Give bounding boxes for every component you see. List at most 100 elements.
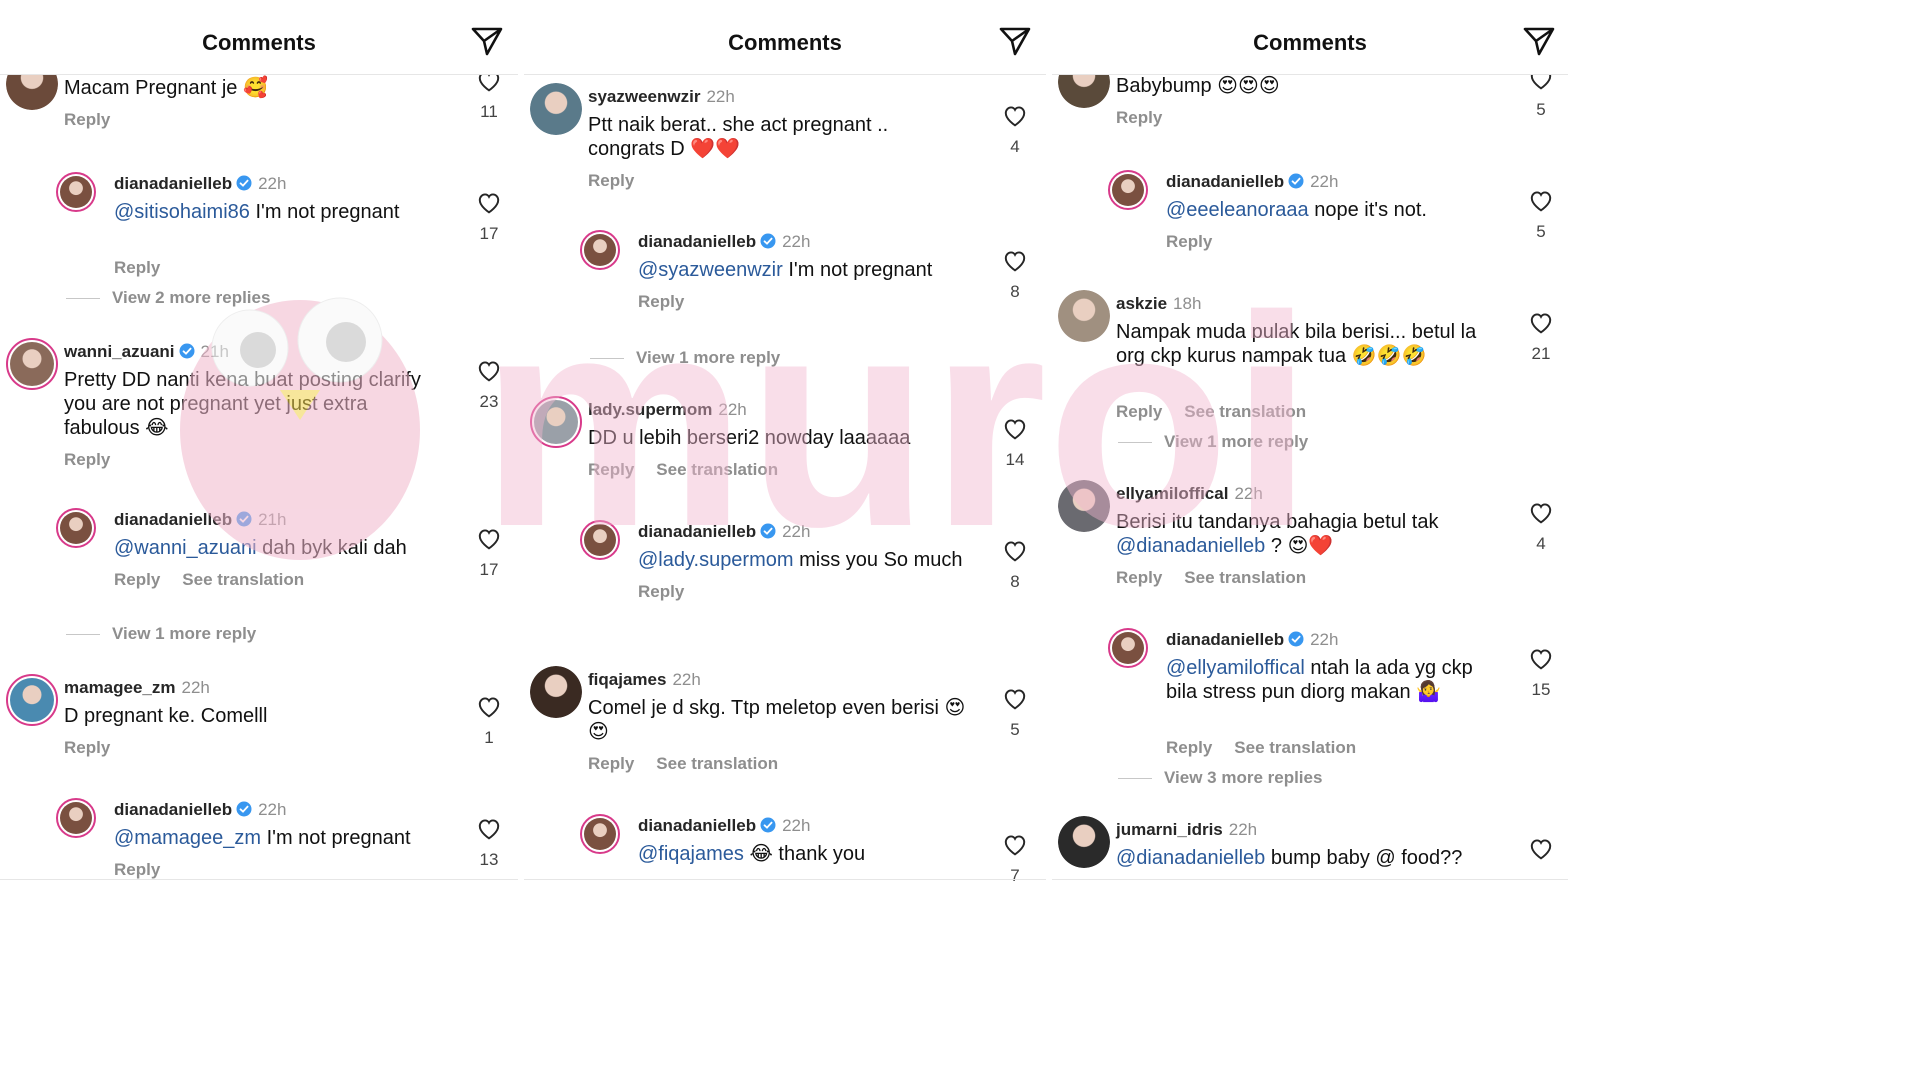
- comment-username[interactable]: dianadanielleb 22h: [638, 522, 810, 542]
- reply-button[interactable]: Reply: [1116, 402, 1162, 421]
- comment-username[interactable]: wanni_azuani 21h: [64, 342, 229, 362]
- like-heart-icon[interactable]: [1002, 103, 1028, 132]
- username-text[interactable]: syazweenwzir: [588, 87, 700, 106]
- username-text[interactable]: ellyamiloffical: [1116, 484, 1228, 503]
- comment-username[interactable]: askzie 18h: [1116, 294, 1201, 314]
- share-icon[interactable]: [470, 24, 504, 58]
- reply-button[interactable]: Reply: [114, 258, 160, 277]
- like-heart-icon[interactable]: [476, 816, 502, 845]
- avatar[interactable]: [6, 338, 58, 390]
- avatar[interactable]: [1108, 170, 1148, 210]
- view-more-replies-button[interactable]: View 2 more replies: [66, 288, 270, 308]
- avatar[interactable]: [1058, 816, 1110, 868]
- avatar[interactable]: [530, 396, 582, 448]
- like-heart-icon[interactable]: [1002, 538, 1028, 567]
- reply-button[interactable]: Reply: [64, 110, 110, 129]
- avatar[interactable]: [580, 814, 620, 854]
- reply-button[interactable]: Reply: [638, 292, 684, 311]
- comment-username[interactable]: lady.supermom 22h: [588, 400, 747, 420]
- comment-username[interactable]: syazweenwzir 22h: [588, 87, 735, 107]
- view-more-replies-button[interactable]: View 1 more reply: [66, 624, 256, 644]
- reply-button[interactable]: Reply: [114, 570, 160, 589]
- avatar[interactable]: [56, 798, 96, 838]
- reply-button[interactable]: Reply: [64, 450, 110, 469]
- mention-link[interactable]: @ellyamiloffical: [1166, 657, 1305, 679]
- reply-button[interactable]: Reply: [1116, 108, 1162, 127]
- like-heart-icon[interactable]: [1002, 248, 1028, 277]
- view-more-replies-button[interactable]: View 1 more reply: [1118, 432, 1308, 452]
- see-translation-button[interactable]: See translation: [656, 754, 778, 773]
- username-text[interactable]: lady.supermom: [588, 400, 712, 419]
- comment-username[interactable]: fiqajames 22h: [588, 670, 701, 690]
- username-text[interactable]: dianadanielleb: [638, 816, 756, 835]
- mention-link[interactable]: @eeeleanoraaa: [1166, 199, 1309, 221]
- mention-link[interactable]: @mamagee_zm: [114, 827, 261, 849]
- share-icon[interactable]: [1522, 24, 1556, 58]
- see-translation-button[interactable]: See translation: [1184, 568, 1306, 587]
- like-heart-icon[interactable]: [1002, 686, 1028, 715]
- reply-button[interactable]: Reply: [114, 860, 160, 879]
- comment-username[interactable]: dianadanielleb 22h: [114, 800, 286, 820]
- avatar[interactable]: [580, 520, 620, 560]
- username-text[interactable]: dianadanielleb: [1166, 630, 1284, 649]
- like-heart-icon[interactable]: [1002, 416, 1028, 445]
- username-text[interactable]: askzie: [1116, 294, 1167, 313]
- like-heart-icon[interactable]: [1528, 310, 1554, 339]
- avatar[interactable]: [530, 83, 582, 135]
- see-translation-button[interactable]: See translation: [1184, 402, 1306, 421]
- comment-username[interactable]: dianadanielleb 22h: [1166, 172, 1338, 192]
- username-text[interactable]: wanni_azuani: [64, 342, 175, 361]
- share-icon[interactable]: [998, 24, 1032, 58]
- username-text[interactable]: jumarni_idris: [1116, 820, 1223, 839]
- username-text[interactable]: dianadanielleb: [114, 174, 232, 193]
- username-text[interactable]: dianadanielleb: [638, 522, 756, 541]
- reply-button[interactable]: Reply: [638, 582, 684, 601]
- mention-link[interactable]: @lady.supermom: [638, 549, 794, 571]
- see-translation-button[interactable]: See translation: [1234, 738, 1356, 757]
- username-text[interactable]: dianadanielleb: [638, 232, 756, 251]
- comment-username[interactable]: dianadanielleb 22h: [1166, 630, 1338, 650]
- like-heart-icon[interactable]: [1528, 646, 1554, 675]
- comment-username[interactable]: dianadanielleb 22h: [638, 232, 810, 252]
- mention-link[interactable]: @dianadanielleb: [1116, 847, 1265, 869]
- like-heart-icon[interactable]: [1528, 836, 1554, 865]
- like-heart-icon[interactable]: [1528, 500, 1554, 529]
- reply-button[interactable]: Reply: [1116, 568, 1162, 587]
- comment-username[interactable]: dianadanielleb 22h: [638, 816, 810, 836]
- like-heart-icon[interactable]: [476, 694, 502, 723]
- username-text[interactable]: dianadanielleb: [1166, 172, 1284, 191]
- like-heart-icon[interactable]: [476, 526, 502, 555]
- mention-link[interactable]: @sitisohaimi86: [114, 201, 250, 223]
- username-text[interactable]: dianadanielleb: [114, 510, 232, 529]
- avatar[interactable]: [56, 508, 96, 548]
- avatar[interactable]: [1058, 290, 1110, 342]
- username-text[interactable]: mamagee_zm: [64, 678, 176, 697]
- comment-username[interactable]: dianadanielleb 22h: [114, 174, 286, 194]
- username-text[interactable]: fiqajames: [588, 670, 666, 689]
- mention-link[interactable]: @syazweenwzir: [638, 259, 783, 281]
- comment-username[interactable]: dianadanielleb 21h: [114, 510, 286, 530]
- reply-button[interactable]: Reply: [588, 754, 634, 773]
- like-heart-icon[interactable]: [1528, 188, 1554, 217]
- avatar[interactable]: [6, 674, 58, 726]
- view-more-replies-button[interactable]: View 1 more reply: [590, 348, 780, 368]
- comment-username[interactable]: jumarni_idris 22h: [1116, 820, 1257, 840]
- avatar[interactable]: [1058, 480, 1110, 532]
- reply-button[interactable]: Reply: [64, 738, 110, 757]
- view-more-replies-button[interactable]: View 3 more replies: [1118, 768, 1322, 788]
- reply-button[interactable]: Reply: [588, 171, 634, 190]
- mention-link[interactable]: @fiqajames: [638, 843, 744, 865]
- like-heart-icon[interactable]: [476, 358, 502, 387]
- comment-username[interactable]: ellyamiloffical 22h: [1116, 484, 1263, 504]
- see-translation-button[interactable]: See translation: [656, 460, 778, 479]
- avatar[interactable]: [580, 230, 620, 270]
- avatar[interactable]: [1108, 628, 1148, 668]
- username-text[interactable]: dianadanielleb: [114, 800, 232, 819]
- like-heart-icon[interactable]: [1002, 832, 1028, 861]
- avatar[interactable]: [530, 666, 582, 718]
- reply-button[interactable]: Reply: [1166, 232, 1212, 251]
- comment-username[interactable]: mamagee_zm 22h: [64, 678, 210, 698]
- reply-button[interactable]: Reply: [588, 460, 634, 479]
- avatar[interactable]: [56, 172, 96, 212]
- like-heart-icon[interactable]: [476, 190, 502, 219]
